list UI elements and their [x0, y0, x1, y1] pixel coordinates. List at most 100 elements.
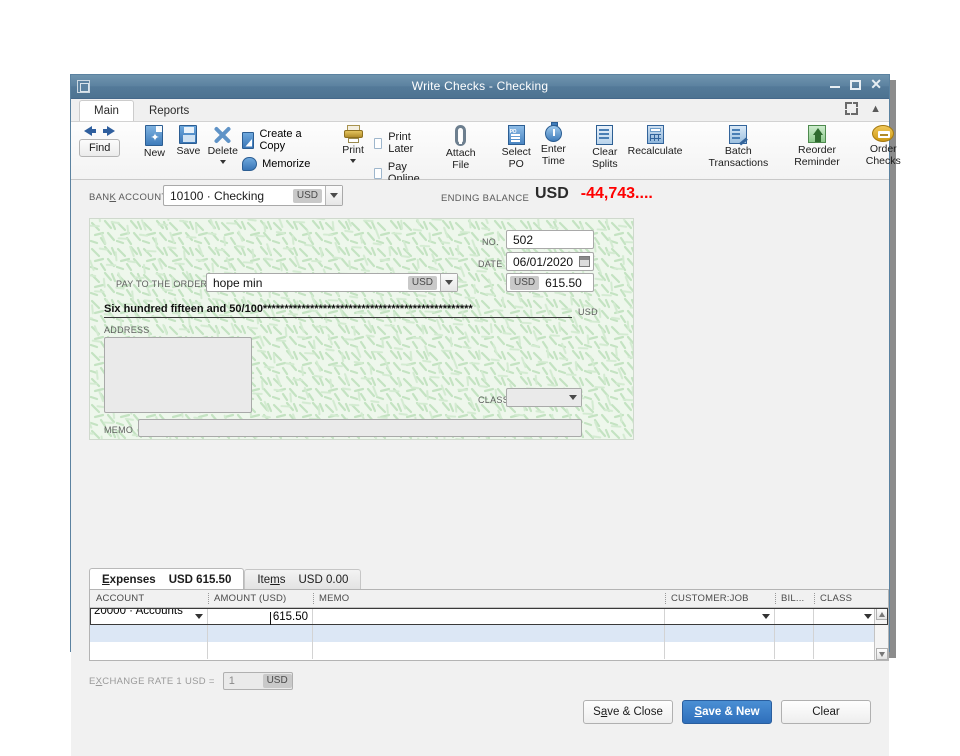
batch-group: Batch Transactions: [699, 124, 779, 179]
reorder-group: Reorder Reminder: [784, 124, 850, 179]
chevron-down-icon[interactable]: [325, 186, 342, 205]
ending-balance-currency: USD: [535, 185, 569, 202]
chevron-up-icon[interactable]: ▲: [870, 103, 881, 115]
cell-billable[interactable]: [775, 642, 814, 659]
chevron-down-icon[interactable]: [350, 158, 357, 163]
column-header-billable[interactable]: BIL...: [775, 590, 814, 607]
check-date-input[interactable]: 06/01/2020: [506, 252, 594, 271]
clear-splits-button[interactable]: Clear Splits: [587, 124, 623, 171]
column-header-customer-job[interactable]: CUSTOMER:JOB: [665, 590, 775, 607]
table-row[interactable]: 20000 · Accounts ... 615.50: [90, 608, 888, 625]
save-and-new-button[interactable]: Save & New: [682, 700, 772, 724]
chevron-down-icon[interactable]: [440, 274, 457, 291]
create-a-copy-button[interactable]: Create a Copy: [242, 128, 316, 152]
class-select[interactable]: [506, 388, 582, 407]
tab-expenses-label: Expenses: [102, 573, 156, 586]
recalculate-button[interactable]: Recalculate: [623, 124, 688, 159]
checkbox-icon: [374, 167, 382, 179]
create-a-copy-label: Create a Copy: [259, 128, 302, 152]
print-later-checkbox[interactable]: Print Later: [374, 131, 423, 155]
cell-memo[interactable]: [313, 608, 665, 625]
cell-amount[interactable]: [208, 642, 313, 659]
address-input[interactable]: [104, 337, 252, 413]
chevron-down-icon[interactable]: [219, 159, 226, 164]
expand-icon[interactable]: [845, 102, 859, 115]
new-button[interactable]: ✦ New: [137, 124, 171, 161]
cell-class[interactable]: [814, 625, 876, 642]
pay-to-input[interactable]: hope min USD: [206, 273, 458, 292]
batch-label-1: Batch: [724, 145, 752, 157]
enter-time-button[interactable]: Enter Time: [536, 122, 571, 168]
ending-balance-display: USD -44,743....: [531, 184, 661, 204]
cell-class[interactable]: [814, 642, 876, 659]
order-checks-button[interactable]: Order Checks: [861, 124, 906, 168]
action-buttons: Sa ve & Close Save & New Clear: [583, 700, 871, 724]
cell-amount-value: 615.50: [269, 610, 308, 625]
attach-file-button[interactable]: Attach File: [441, 124, 481, 172]
exchange-rate-label: EXCHANGE RATE 1 USD =: [89, 675, 215, 687]
copy-icon: [242, 131, 255, 149]
cell-customer-job[interactable]: [665, 608, 775, 625]
batch-transactions-button[interactable]: Batch Transactions: [704, 124, 774, 170]
column-header-memo[interactable]: MEMO: [313, 590, 665, 607]
clear-splits-label-2: Splits: [591, 157, 618, 170]
column-header-amount[interactable]: AMOUNT (USD): [208, 590, 313, 607]
memorize-button[interactable]: Memorize: [242, 157, 316, 171]
check-face: NO. 502 DATE 06/01/2020 PAY TO THE ORDER…: [89, 218, 634, 440]
memorize-label: Memorize: [262, 158, 311, 170]
cell-amount[interactable]: 615.50: [208, 608, 313, 625]
save-button[interactable]: Save: [171, 124, 205, 159]
tab-items[interactable]: Items USD 0.00: [244, 569, 362, 590]
check-no-value: 502: [513, 232, 534, 247]
tab-main[interactable]: Main: [79, 100, 134, 121]
print-button[interactable]: Print: [336, 124, 370, 164]
bank-account-select[interactable]: 10100 · Checking USD: [163, 185, 343, 206]
memo-input[interactable]: [138, 419, 582, 437]
cell-class[interactable]: [814, 608, 876, 625]
select-po-button[interactable]: PO Select PO: [497, 124, 536, 171]
close-icon[interactable]: ✕: [870, 77, 882, 91]
calendar-icon[interactable]: [579, 256, 590, 267]
cell-amount[interactable]: [208, 625, 313, 642]
scroll-down-icon[interactable]: [875, 648, 888, 660]
cell-customer-job[interactable]: [665, 642, 775, 659]
cell-billable[interactable]: [775, 608, 814, 625]
table-row[interactable]: [90, 625, 888, 642]
arrow-right-icon[interactable]: [103, 126, 116, 136]
calc-group: Clear Splits Recalculate: [582, 124, 693, 179]
tab-reports[interactable]: Reports: [134, 100, 204, 121]
save-and-close-button[interactable]: Sa ve & Close: [583, 700, 673, 724]
clear-splits-icon: [596, 125, 614, 145]
maximize-icon[interactable]: [850, 79, 862, 90]
arrow-left-icon[interactable]: [84, 126, 97, 136]
check-amount-input[interactable]: USD 615.50: [506, 273, 594, 292]
find-button[interactable]: Find: [79, 139, 121, 157]
cell-memo[interactable]: [313, 642, 665, 659]
check-no-input[interactable]: 502: [506, 230, 594, 249]
tab-expenses-amount: USD 615.50: [168, 573, 232, 586]
class-label: CLASS: [478, 395, 510, 405]
column-header-account[interactable]: ACCOUNT: [90, 590, 208, 607]
tab-expenses[interactable]: Expenses USD 615.50: [89, 568, 245, 590]
table-row[interactable]: [90, 642, 888, 659]
cell-customer-job[interactable]: [665, 625, 775, 642]
column-header-class[interactable]: CLASS: [814, 590, 876, 607]
exchange-rate-input[interactable]: 1 USD: [222, 672, 293, 690]
cell-billable[interactable]: [775, 625, 814, 642]
cell-account[interactable]: [90, 625, 208, 642]
cell-account[interactable]: [90, 642, 208, 659]
clear-splits-label-1: Clear: [592, 146, 618, 158]
chevron-down-icon[interactable]: [564, 389, 581, 406]
bank-account-label: BANK ACCOUNT: [89, 192, 168, 203]
delete-button[interactable]: Delete: [205, 124, 240, 165]
cell-memo[interactable]: [313, 625, 665, 642]
bank-account-row: BANK ACCOUNT 10100 · Checking USD ENDING…: [71, 180, 889, 212]
ribbon-tab-strip: Main Reports ▲: [71, 99, 889, 122]
minimize-icon[interactable]: [830, 81, 841, 89]
clear-button[interactable]: Clear: [781, 700, 871, 724]
exchange-rate-currency-badge: USD: [262, 674, 292, 688]
check-no-label: NO.: [482, 237, 499, 247]
paperclip-icon: [455, 125, 467, 146]
cell-account[interactable]: 20000 · Accounts ...: [90, 608, 208, 625]
reorder-reminder-button[interactable]: Reorder Reminder: [789, 124, 845, 169]
